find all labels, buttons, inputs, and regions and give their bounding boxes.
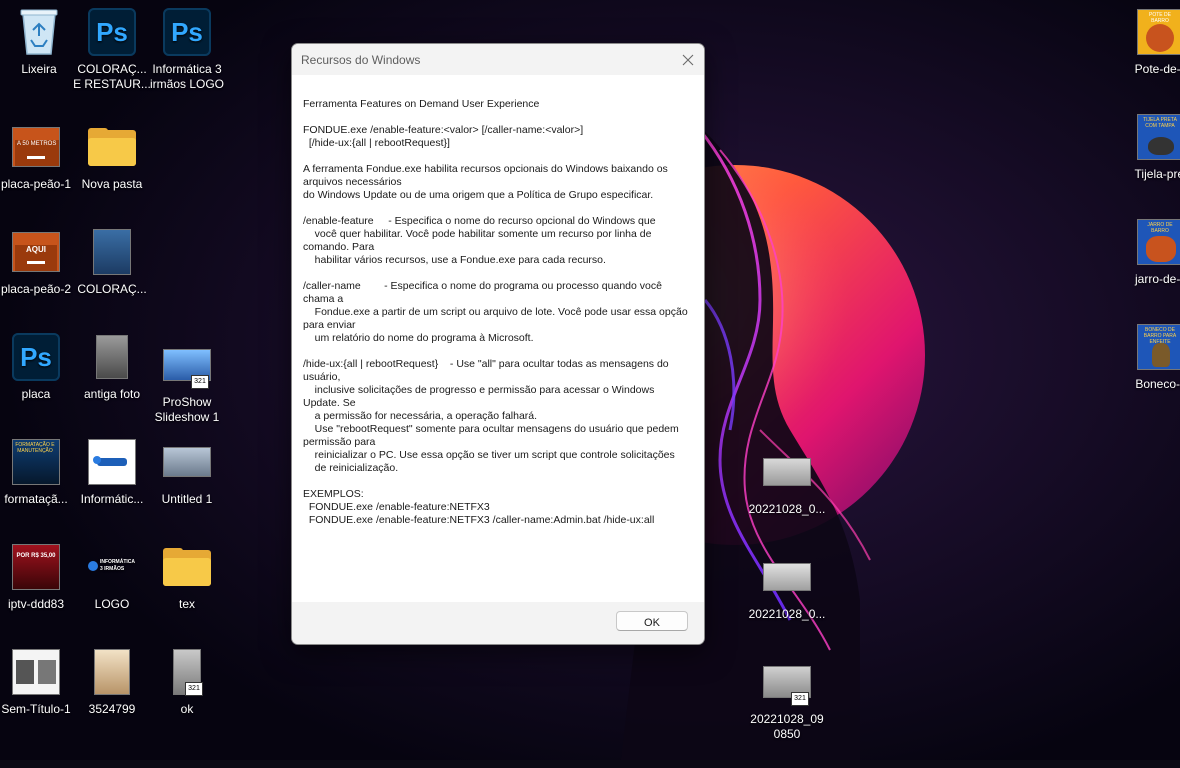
image-thumbnail — [94, 649, 130, 695]
video-file-ok[interactable]: 321 ok — [148, 640, 226, 717]
image-thumbnail — [93, 229, 131, 275]
icon-label: 20221028_0... — [748, 607, 826, 621]
close-icon — [682, 54, 694, 65]
icon-label: Pote-de-b — [1134, 62, 1180, 76]
icon-label: jarro-de-b — [1134, 272, 1180, 286]
image-file-placa-peao-2[interactable]: AQUI placa-peão-2 — [0, 220, 75, 297]
icon-label: 20221028_090850 — [750, 712, 824, 741]
photoshop-file-informatica-logo[interactable]: Ps Informática 3 irmãos LOGO — [148, 0, 226, 92]
image-file-informatica[interactable]: Informátic... — [73, 430, 151, 507]
recycle-bin-icon[interactable]: Lixeira — [0, 0, 78, 77]
video-file-proshow-slideshow[interactable]: 321 ProShow Slideshow 1 — [148, 333, 226, 425]
folder-icon — [163, 548, 211, 586]
image-thumbnail: BONECO DE BARRO PARA ENFEITE — [1137, 324, 1180, 370]
dialog-titlebar[interactable]: Recursos do Windows — [292, 44, 704, 75]
image-file-pote-de-barro[interactable]: POTE DE BARRO Pote-de-b — [1122, 0, 1180, 77]
image-file-formatacao[interactable]: FORMATAÇÃO E MANUTENÇÃO formataçã... — [0, 430, 75, 507]
recycle-bin-image — [15, 8, 63, 56]
image-file-20221028-a[interactable]: 20221028_0... — [748, 440, 826, 517]
image-file-sem-titulo-1[interactable]: Sem-Título-1 — [0, 640, 75, 717]
thumbnail-text: INFORMÁTICA 3 IRMÃOS — [100, 559, 135, 572]
icon-label: COLORAÇ... E RESTAUR... — [73, 62, 151, 91]
image-thumbnail — [163, 447, 211, 477]
dialog-message: Ferramenta Features on Demand User Exper… — [303, 98, 688, 526]
thumbnail-text: TIJELA PRETA COM TAMPA — [1143, 117, 1177, 129]
folder-nova-pasta[interactable]: Nova pasta — [73, 115, 151, 192]
video-badge: 321 — [791, 692, 809, 706]
icon-label: placa — [21, 387, 51, 401]
image-file-untitled-1[interactable]: Untitled 1 — [148, 430, 226, 507]
video-badge: 321 — [191, 375, 209, 389]
icon-label: tex — [178, 597, 195, 611]
video-file-20221028-090850[interactable]: 321 20221028_090850 — [748, 650, 826, 742]
image-file-logo[interactable]: INFORMÁTICA 3 IRMÃOS LOGO — [73, 535, 151, 612]
image-thumbnail: A 50 METROS — [12, 127, 60, 167]
thumbnail-text: JARRO DE BARRO — [1147, 222, 1173, 234]
dialog-footer: OK — [292, 602, 704, 644]
close-button[interactable] — [672, 44, 704, 75]
icon-label: ok — [180, 702, 194, 716]
icon-label: antiga foto — [83, 387, 141, 401]
logo-thumbnail: INFORMÁTICA 3 IRMÃOS — [88, 557, 136, 577]
image-thumbnail: JARRO DE BARRO — [1137, 219, 1180, 265]
icon-label: formataçã... — [4, 492, 68, 506]
thumbnail-text: AQUI — [15, 245, 57, 271]
folder-tex[interactable]: tex — [148, 535, 226, 612]
image-thumbnail: POR R$ 35,00 — [12, 544, 60, 590]
dialog-body: Ferramenta Features on Demand User Exper… — [292, 75, 704, 602]
image-thumbnail: TIJELA PRETA COM TAMPA — [1137, 114, 1180, 160]
photoshop-icon: Ps — [163, 8, 211, 56]
icon-label: LOGO — [94, 597, 130, 611]
image-file-antiga-foto[interactable]: antiga foto — [73, 325, 151, 402]
image-file-iptv-ddd83[interactable]: POR R$ 35,00 iptv-ddd83 — [0, 535, 75, 612]
thumbnail-text: POTE DE BARRO — [1149, 12, 1171, 24]
image-thumbnail — [12, 649, 60, 695]
thumbnail-text: A 50 METROS — [15, 140, 59, 166]
icon-label: Informática 3 irmãos LOGO — [149, 62, 224, 91]
windows-features-dialog: Recursos do Windows Ferramenta Features … — [291, 43, 705, 645]
trash-icon — [20, 9, 58, 55]
image-thumbnail — [96, 335, 128, 379]
icon-label: Informátic... — [80, 492, 144, 506]
icon-label: 20221028_0... — [748, 502, 826, 516]
image-file-boneco-de-barro[interactable]: BONECO DE BARRO PARA ENFEITE Boneco-d — [1122, 315, 1180, 392]
icon-label: Untitled 1 — [161, 492, 213, 506]
icon-label: Nova pasta — [81, 177, 143, 191]
icon-label: Sem-Título-1 — [1, 702, 71, 716]
icon-label: Lixeira — [21, 62, 57, 76]
image-file-tijela-preta[interactable]: TIJELA PRETA COM TAMPA Tijela-pret — [1122, 105, 1180, 182]
icon-label: ProShow Slideshow 1 — [154, 395, 220, 424]
icon-label: placa-peão-2 — [0, 282, 72, 296]
image-thumbnail: FORMATAÇÃO E MANUTENÇÃO — [12, 439, 60, 485]
icon-label: COLORAÇ... — [77, 282, 147, 296]
icon-label: 3524799 — [88, 702, 136, 716]
icon-label: Tijela-pret — [1134, 167, 1180, 181]
image-file-coloracao[interactable]: COLORAÇ... — [73, 220, 151, 297]
image-thumbnail — [763, 563, 811, 591]
image-thumbnail — [88, 439, 136, 485]
image-thumbnail: AQUI — [12, 232, 60, 272]
icon-label: placa-peão-1 — [0, 177, 72, 191]
icon-label: iptv-ddd83 — [7, 597, 65, 611]
video-badge: 321 — [185, 682, 203, 696]
image-thumbnail — [763, 458, 811, 486]
photoshop-file-placa[interactable]: Ps placa — [0, 325, 75, 402]
photoshop-icon: Ps — [88, 8, 136, 56]
dialog-title: Recursos do Windows — [301, 53, 421, 67]
ok-button[interactable]: OK — [616, 611, 688, 631]
icon-label: Boneco-d — [1135, 377, 1180, 391]
photoshop-icon: Ps — [12, 333, 60, 381]
image-file-placa-peao-1[interactable]: A 50 METROS placa-peão-1 — [0, 115, 75, 192]
image-file-jarro-de-barro[interactable]: JARRO DE BARRO jarro-de-b — [1122, 210, 1180, 287]
photoshop-file-coloracao[interactable]: Ps COLORAÇ... E RESTAUR... — [73, 0, 151, 92]
image-thumbnail: POTE DE BARRO — [1137, 9, 1180, 55]
image-file-20221028-b[interactable]: 20221028_0... — [748, 545, 826, 622]
image-file-3524799[interactable]: 3524799 — [73, 640, 151, 717]
folder-icon — [88, 128, 136, 166]
thumbnail-text: POR R$ 35,00 — [16, 553, 56, 559]
thumbnail-text: FORMATAÇÃO E MANUTENÇÃO — [15, 442, 55, 454]
